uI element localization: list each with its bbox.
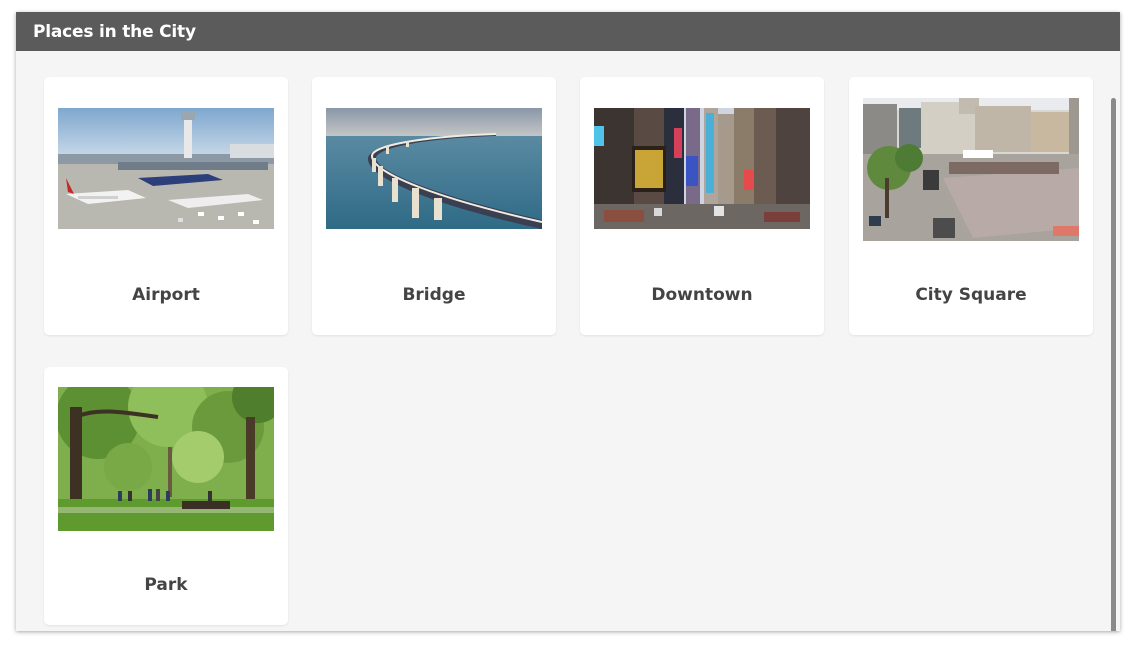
park-photo [58,387,274,531]
window-titlebar: Places in the City [16,12,1120,51]
place-label: City Square [915,285,1027,305]
vertical-scrollbar[interactable] [1111,98,1116,631]
place-card-downtown[interactable]: Downtown [580,77,824,335]
bridge-photo [326,108,542,229]
place-label: Park [144,575,188,595]
place-card-bridge[interactable]: Bridge [312,77,556,335]
places-grid: Airport Bridge Downtown City Square Park [16,51,1120,631]
place-card-airport[interactable]: Airport [44,77,288,335]
window-title: Places in the City [33,21,196,42]
places-window: Places in the City Airport Bridge Downto… [16,12,1120,631]
airport-photo [58,108,274,229]
place-label: Bridge [402,285,466,305]
place-label: Airport [132,285,200,305]
place-card-park[interactable]: Park [44,367,288,625]
city-square-photo [863,98,1079,241]
downtown-photo [594,108,810,229]
place-card-city-square[interactable]: City Square [849,77,1093,335]
place-label: Downtown [651,285,753,305]
